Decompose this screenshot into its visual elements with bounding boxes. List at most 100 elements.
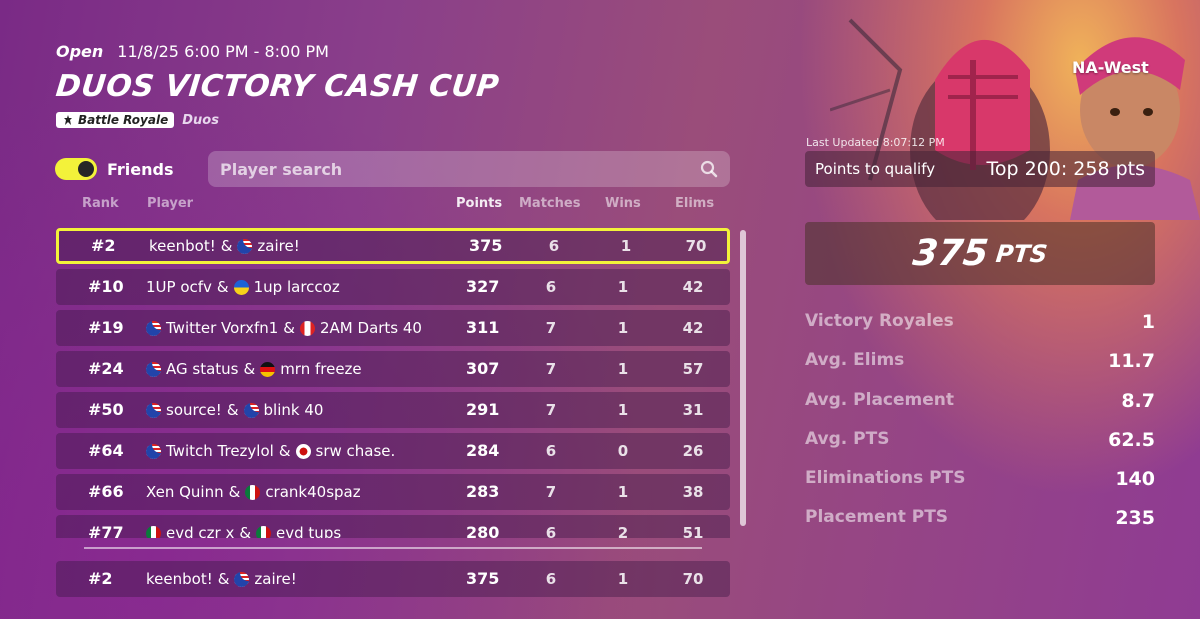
row-elims: 51 (682, 524, 704, 538)
stat-placement-pts: Placement PTS 235 (805, 504, 1155, 543)
character-art (830, 18, 1200, 220)
player-1-name: Twitch Trezylol (166, 442, 274, 460)
row-points: 375 (466, 569, 500, 588)
friends-toggle[interactable] (55, 158, 97, 180)
table-row[interactable]: #2 keenbot! & zaire! 375 6 1 70 (56, 228, 730, 264)
row-elims: 42 (682, 278, 704, 296)
friends-filter[interactable]: Friends (55, 158, 174, 180)
player-2-name: zaire! (257, 237, 300, 255)
column-rank[interactable]: Rank (82, 196, 119, 211)
player-1-name: keenbot! (146, 570, 213, 588)
toggle-knob (78, 161, 94, 177)
row-elims: 31 (682, 401, 704, 419)
player-1-name: AG status (166, 360, 239, 378)
column-points[interactable]: Points (456, 196, 502, 211)
row-wins: 1 (617, 401, 629, 419)
row-player: evd czr x & evd tups (146, 515, 341, 538)
table-row[interactable]: #24 AG status & mrn freeze 307 7 1 57 (56, 351, 730, 387)
ukraine-flag-icon (233, 279, 249, 295)
row-matches: 7 (545, 401, 557, 419)
row-rank: #50 (88, 400, 124, 419)
row-rank: #66 (88, 482, 124, 501)
column-wins[interactable]: Wins (605, 196, 641, 211)
table-row[interactable]: #66 Xen Quinn & crank40spaz 283 7 1 38 (56, 474, 730, 510)
row-matches: 7 (545, 319, 557, 337)
us-flag-icon (234, 571, 250, 587)
total-points-unit: PTS (994, 239, 1049, 268)
stat-value: 8.7 (1121, 389, 1155, 412)
row-rank: #2 (88, 569, 113, 588)
last-updated: Last Updated 8:07:12 PM (806, 136, 945, 149)
event-header: Open 11/8/25 6:00 PM - 8:00 PM DUOS VICT… (54, 42, 501, 128)
row-rank: #2 (91, 236, 116, 255)
leaderboard-list: #2 keenbot! & zaire! 375 6 1 70 #10 1UP … (56, 228, 730, 538)
player-separator: & (216, 278, 229, 296)
row-matches: 6 (545, 442, 557, 460)
player-separator: & (217, 570, 230, 588)
row-points: 291 (466, 400, 500, 419)
player-2-name: 2AM Darts 40 (320, 319, 422, 337)
table-row[interactable]: #50 source! & blink 40 291 7 1 31 (56, 392, 730, 428)
column-player[interactable]: Player (147, 196, 193, 211)
us-flag-icon (146, 402, 161, 418)
table-row[interactable]: #64 Twitch Trezylol & srw chase. 284 6 0… (56, 433, 730, 469)
row-rank: #10 (88, 277, 124, 296)
search-input[interactable] (220, 159, 700, 179)
total-points-panel: 375 PTS (805, 222, 1155, 285)
player-1-name: 1UP ocfv (146, 278, 212, 296)
leaderboard-scrollbar[interactable] (740, 230, 746, 526)
row-points: 375 (469, 236, 503, 255)
stat-label: Eliminations PTS (805, 468, 966, 489)
player-separator: & (226, 401, 239, 419)
row-points: 327 (466, 277, 500, 296)
table-row[interactable]: #19 Twitter Vorxfn1 & 2AM Darts 40 311 7… (56, 310, 730, 346)
stat-value: 235 (1115, 507, 1155, 530)
player-separator: & (243, 360, 256, 378)
player-search[interactable] (208, 151, 730, 187)
stat-label: Placement PTS (805, 507, 949, 528)
event-title: DUOS VICTORY CASH CUP (54, 69, 501, 104)
event-status: Open (56, 42, 104, 61)
player-1-name: keenbot! (149, 237, 216, 255)
qualify-panel: Points to qualify Top 200: 258 pts (805, 151, 1155, 187)
stat-victory-royales: Victory Royales 1 (805, 308, 1155, 347)
row-rank: #77 (88, 523, 124, 538)
stat-value: 62.5 (1108, 428, 1155, 451)
player-1-name: Twitter Vorxfn1 (166, 319, 279, 337)
row-points: 280 (466, 523, 500, 538)
table-row[interactable]: #10 1UP ocfv & 1up larccoz 327 6 1 42 (56, 269, 730, 305)
row-wins: 0 (617, 442, 629, 460)
mode-badge: Battle Royale (56, 112, 175, 128)
row-matches: 6 (548, 237, 560, 255)
table-row[interactable]: #77 evd czr x & evd tups 280 6 2 51 (56, 515, 730, 538)
row-player: Twitch Trezylol & srw chase. (146, 433, 395, 469)
column-elims[interactable]: Elims (675, 196, 714, 211)
row-points: 307 (466, 359, 500, 378)
player-2-name: srw chase. (315, 442, 396, 460)
stat-label: Victory Royales (805, 311, 954, 331)
total-points-value: 375 (910, 233, 991, 274)
qualify-label: Points to qualify (815, 160, 936, 178)
event-time-range: 11/8/25 6:00 PM - 8:00 PM (117, 42, 329, 61)
germany-flag-icon (260, 361, 276, 377)
pinned-player-row[interactable]: #2 keenbot! & zaire! 375 6 1 70 (56, 561, 730, 597)
row-matches: 6 (545, 278, 557, 296)
player-1-name: source! (166, 401, 222, 419)
row-elims: 38 (682, 483, 704, 501)
stat-label: Avg. Placement (805, 389, 955, 410)
row-wins: 1 (617, 360, 629, 378)
player-separator: & (283, 319, 295, 337)
player-2-name: 1up larccoz (253, 278, 340, 296)
row-wins: 1 (620, 237, 632, 255)
row-player: Twitter Vorxfn1 & 2AM Darts 40 (146, 310, 422, 346)
pinned-divider (84, 547, 702, 549)
row-points: 311 (466, 318, 500, 337)
row-player: AG status & mrn freeze (146, 351, 362, 387)
search-icon[interactable] (700, 160, 718, 178)
row-elims: 70 (685, 237, 707, 255)
column-matches[interactable]: Matches (519, 196, 580, 211)
mexico-flag-icon (245, 484, 261, 500)
row-rank: #24 (88, 359, 124, 378)
scrollbar-thumb[interactable] (740, 230, 746, 526)
stat-value: 11.7 (1108, 350, 1155, 373)
